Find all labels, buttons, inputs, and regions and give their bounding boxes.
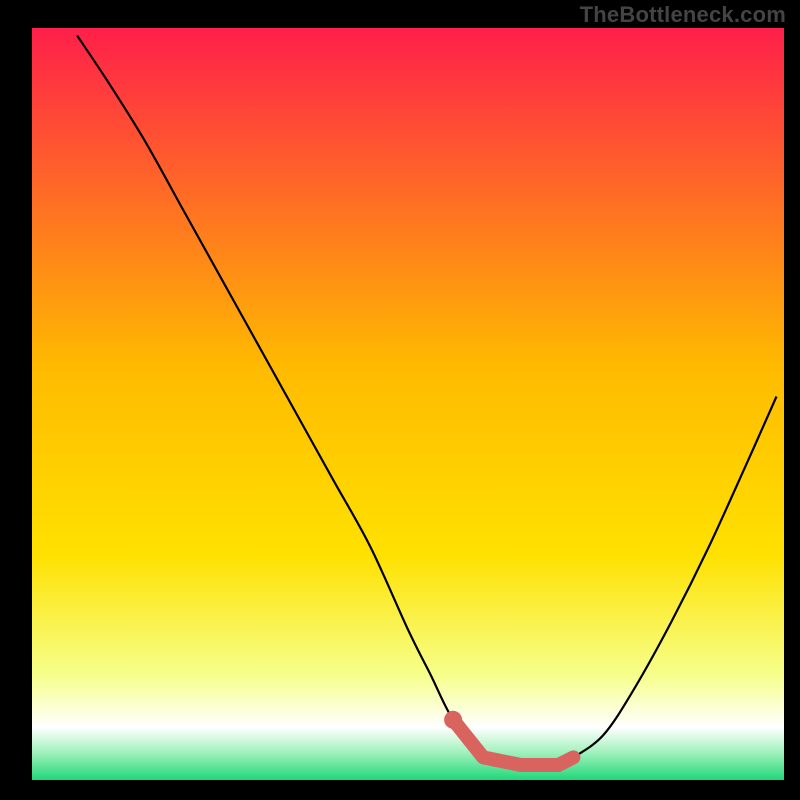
- chart-frame: TheBottleneck.com: [0, 0, 800, 800]
- watermark-text: TheBottleneck.com: [580, 2, 786, 28]
- bottleneck-chart: [0, 0, 800, 800]
- optimal-range-start-dot: [444, 711, 462, 729]
